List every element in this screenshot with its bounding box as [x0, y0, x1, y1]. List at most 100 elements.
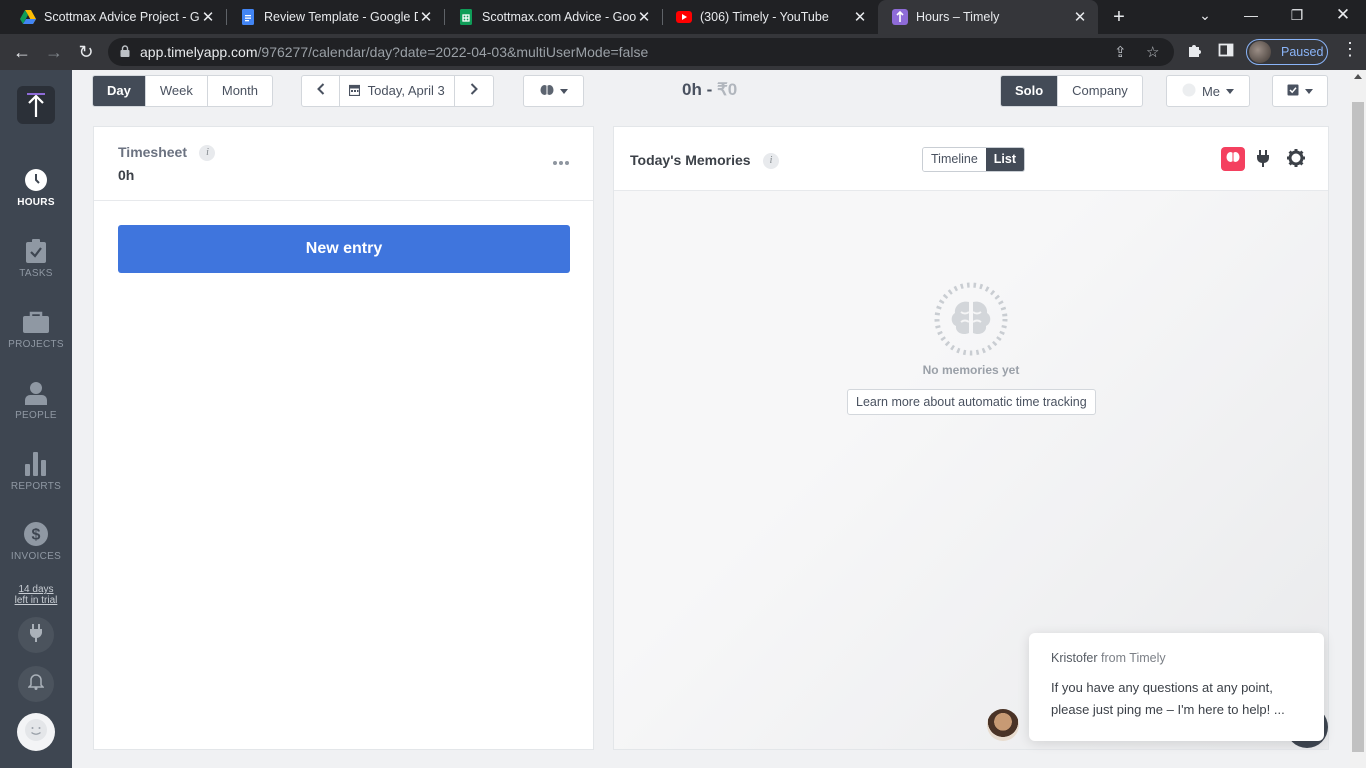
browser-tab[interactable]: Scottmax.com Advice - Goog ✕ — [444, 0, 662, 34]
memories-view-switcher: Timeline List — [922, 147, 1026, 172]
bar-chart-icon — [0, 450, 72, 478]
close-tab-icon[interactable]: ✕ — [1072, 8, 1088, 26]
browser-tab[interactable]: Review Template - Google Do ✕ — [226, 0, 444, 34]
user-filter-dropdown[interactable]: Me — [1166, 75, 1250, 107]
profile-status: Paused — [1281, 45, 1324, 59]
brain-icon — [1226, 150, 1240, 168]
sidebar-item-projects[interactable]: PROJECTS — [0, 308, 72, 350]
memory-filter-dropdown[interactable] — [523, 75, 584, 107]
minimize-icon[interactable]: — — [1228, 0, 1274, 30]
sidebar-item-label: REPORTS — [10, 481, 62, 492]
browser-tab-bar: Scottmax Advice Project - Go ✕ Review Te… — [0, 0, 1366, 34]
notifications-button[interactable] — [18, 666, 54, 702]
gear-icon — [1287, 149, 1305, 171]
timely-logo[interactable] — [17, 86, 55, 124]
side-panel-icon[interactable] — [1218, 42, 1234, 63]
company-mode-button[interactable]: Company — [1058, 76, 1142, 106]
clipboard-check-icon — [1287, 83, 1299, 99]
memories-settings-button[interactable] — [1287, 149, 1305, 172]
dollar-icon: $ — [0, 520, 72, 548]
tab-title: Scottmax.com Advice - Goog — [482, 10, 636, 24]
chat-message-text: If you have any questions at any point, … — [1051, 680, 1285, 717]
sidebar-item-invoices[interactable]: $ INVOICES — [0, 520, 72, 562]
close-tab-icon[interactable]: ✕ — [852, 8, 868, 26]
info-icon[interactable]: i — [763, 152, 780, 169]
back-arrow-icon[interactable]: ← — [10, 40, 34, 64]
more-options-button[interactable] — [552, 153, 572, 165]
plug-icon — [1257, 150, 1269, 171]
browser-tab[interactable]: (306) Timely - YouTube ✕ — [662, 0, 878, 34]
clock-icon — [0, 166, 72, 194]
divider — [94, 200, 593, 201]
sidebar-item-hours[interactable]: HOURS — [0, 166, 72, 208]
learn-more-button[interactable]: Learn more about automatic time tracking — [847, 389, 1096, 415]
chat-sender-name: Kristofer — [1051, 651, 1098, 665]
integrations-plug-button[interactable] — [1257, 150, 1269, 172]
sidebar-item-label: HOURS — [17, 197, 55, 208]
scroll-up-arrow-icon[interactable] — [1354, 74, 1362, 79]
address-bar[interactable]: app.timelyapp.com/976277/calendar/day?da… — [108, 38, 1174, 66]
page-scrollbar[interactable] — [1350, 70, 1366, 768]
memory-tracker-button[interactable] — [1221, 147, 1245, 171]
scrollbar-thumb[interactable] — [1352, 102, 1364, 752]
mode-switcher: Solo Company — [1000, 75, 1143, 107]
new-tab-button[interactable]: + — [1108, 5, 1130, 29]
empty-state-text: No memories yet — [922, 363, 1020, 377]
browser-tab[interactable]: Scottmax Advice Project - Go ✕ — [6, 0, 226, 34]
share-icon[interactable]: ⇪ — [1114, 43, 1127, 61]
close-tab-icon[interactable]: ✕ — [418, 8, 434, 26]
chat-message-popup[interactable]: Kristofer from Timely If you have any qu… — [1029, 633, 1324, 741]
chat-sender-line: Kristofer from Timely — [1051, 651, 1302, 665]
approval-dropdown[interactable] — [1272, 75, 1328, 107]
tab-title: (306) Timely - YouTube — [700, 10, 829, 24]
view-day-button[interactable]: Day — [93, 76, 146, 106]
app-sidebar: HOURS TASKS PROJECTS PEOPLE REPORTS $ IN… — [0, 70, 72, 768]
chevron-left-icon — [316, 83, 325, 98]
close-tab-icon[interactable]: ✕ — [200, 8, 216, 26]
briefcase-icon — [0, 308, 72, 336]
user-filter-label: Me — [1201, 83, 1221, 99]
extensions-puzzle-icon[interactable] — [1186, 42, 1202, 63]
next-day-button[interactable] — [455, 76, 493, 106]
timeline-view-button[interactable]: Timeline — [923, 148, 986, 171]
total-separator: - — [701, 80, 717, 99]
previous-day-button[interactable] — [302, 76, 340, 106]
view-week-button[interactable]: Week — [146, 76, 208, 106]
sidebar-item-label: PROJECTS — [8, 339, 64, 350]
memories-title: Today's Memories — [630, 152, 751, 168]
reload-icon[interactable]: ↻ — [74, 40, 98, 64]
bookmark-star-icon[interactable]: ☆ — [1146, 43, 1159, 61]
view-switcher: Day Week Month — [92, 75, 273, 107]
timely-icon — [892, 9, 908, 25]
new-entry-button[interactable]: New entry — [118, 225, 570, 273]
sidebar-item-label: PEOPLE — [15, 410, 57, 421]
close-window-icon[interactable]: ✕ — [1320, 0, 1366, 30]
user-avatar-button[interactable] — [17, 713, 55, 751]
close-tab-icon[interactable]: ✕ — [636, 8, 652, 26]
chrome-menu-icon[interactable]: ⋮ — [1341, 39, 1359, 60]
sidebar-item-people[interactable]: PEOPLE — [0, 379, 72, 421]
date-picker-button[interactable]: Today, April 3 — [340, 76, 455, 106]
google-docs-icon — [240, 9, 256, 25]
solo-mode-button[interactable]: Solo — [1001, 76, 1059, 106]
forward-arrow-icon[interactable]: → — [42, 40, 66, 64]
sidebar-item-tasks[interactable]: TASKS — [0, 237, 72, 279]
integrations-button[interactable] — [18, 617, 54, 653]
info-icon[interactable]: i — [199, 144, 216, 161]
sidebar-item-label: INVOICES — [10, 551, 62, 562]
caret-down-icon — [1305, 88, 1313, 94]
trial-link[interactable]: 14 days left in trial — [0, 584, 72, 606]
timesheet-title: Timesheet — [118, 144, 187, 160]
tab-search-icon[interactable]: ⌄ — [1182, 0, 1228, 30]
url-path: /976277/calendar/day?date=2022-04-03&mul… — [257, 44, 649, 60]
list-view-button[interactable]: List — [985, 148, 1025, 171]
sidebar-item-reports[interactable]: REPORTS — [0, 450, 72, 492]
total-amount: ₹0 — [716, 80, 738, 99]
restore-icon[interactable]: ❐ — [1274, 0, 1320, 30]
bell-icon — [27, 673, 45, 695]
browser-tab-active[interactable]: Hours – Timely ✕ — [878, 0, 1098, 34]
youtube-icon — [676, 9, 692, 25]
view-month-button[interactable]: Month — [208, 76, 272, 106]
profile-button[interactable]: Paused — [1246, 39, 1328, 65]
profile-avatar — [1249, 41, 1271, 63]
